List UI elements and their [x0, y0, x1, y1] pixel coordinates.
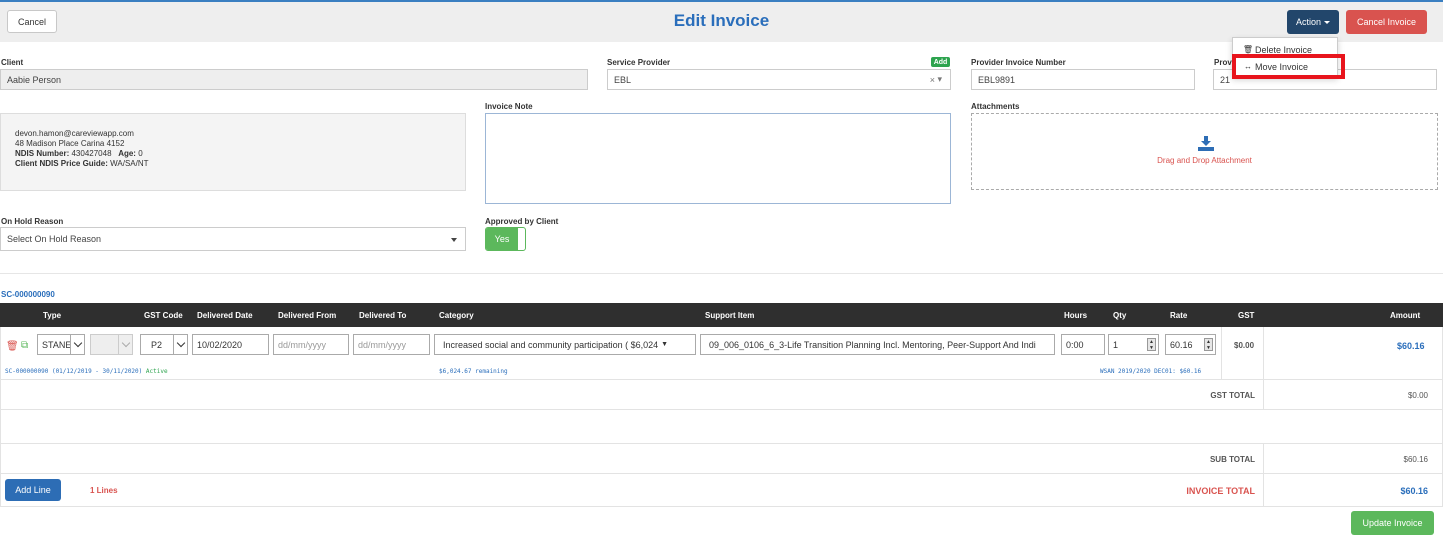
col-divider [1221, 327, 1222, 379]
row-divider [0, 409, 1443, 410]
col-delivered-to: Delivered To [359, 310, 407, 320]
service-contract-link[interactable]: SC-000000090 [1, 290, 55, 299]
invoice-note-textarea[interactable] [485, 113, 951, 204]
client-ndis: NDIS Number: 430427048 Age: 0 [15, 149, 143, 158]
gst-value: $0.00 [1234, 341, 1255, 350]
col-support-item: Support Item [705, 310, 755, 320]
delivered-from-field[interactable]: dd/mm/yyyy [273, 334, 349, 355]
row-price-guide: WSAN 2019/2020 DEC01: $60.16 [1100, 368, 1202, 375]
client-label: Client [1, 58, 24, 67]
invoice-total-label: INVOICE TOTAL [1186, 486, 1255, 496]
gst-total-label: GST TOTAL [1210, 391, 1255, 400]
hours-field[interactable]: 0:00 [1061, 334, 1105, 355]
row-remaining: $6,024.67 remaining [439, 368, 508, 375]
type-subselect[interactable] [90, 334, 133, 355]
spinner-icon[interactable]: ▲ ▼ [1147, 338, 1156, 351]
invoice-total-value: $60.16 [1400, 486, 1428, 496]
gst-code-select[interactable]: P2 [140, 334, 188, 355]
col-gst: GST [1238, 310, 1255, 320]
clear-icon[interactable]: × ▾ [930, 70, 942, 89]
col-divider [1263, 443, 1264, 506]
col-hours: Hours [1064, 310, 1088, 320]
service-provider-select[interactable]: EBL × ▾ [607, 69, 951, 90]
col-type: Type [43, 310, 62, 320]
col-rate: Rate [1170, 310, 1188, 320]
chevron-down-icon [70, 335, 84, 354]
table-header: Type GST Code Delivered Date Delivered F… [0, 303, 1443, 327]
rate-stepper[interactable]: 60.16 ▲ ▼ [1165, 334, 1216, 355]
type-select[interactable]: STANE [37, 334, 85, 355]
download-icon [1198, 136, 1214, 151]
attachments-label: Attachments [971, 102, 1020, 111]
menu-item-label: Delete Invoice [1255, 44, 1313, 55]
approved-label: Approved by Client [485, 217, 559, 226]
col-divider [0, 327, 1, 506]
client-field[interactable]: Aabie Person [0, 69, 588, 90]
lines-count: 1 Lines [90, 486, 118, 495]
row-divider [0, 443, 1443, 444]
category-select[interactable]: Increased social and community participa… [434, 334, 696, 355]
chevron-down-icon [173, 335, 187, 354]
amount-value: $60.16 [1397, 341, 1425, 351]
dropzone-text: Drag and Drop Attachment [1157, 156, 1252, 165]
row-divider [0, 473, 1443, 474]
spinner-icon[interactable]: ▲ ▼ [1204, 338, 1213, 351]
copy-icon[interactable]: ⧉ [21, 340, 28, 351]
sub-total-label: SUB TOTAL [1209, 455, 1255, 464]
client-price-guide: Client NDIS Price Guide: WA/SA/NT [15, 159, 149, 168]
caret-down-icon [451, 238, 457, 242]
col-delivered-from: Delivered From [278, 310, 337, 320]
on-hold-select[interactable]: Select On Hold Reason [0, 227, 466, 251]
col-qty: Qty [1113, 310, 1127, 320]
trash-icon[interactable]: 🗑 [6, 341, 19, 352]
row-divider [0, 506, 1443, 507]
qty-stepper[interactable]: 1 ▲ ▼ [1108, 334, 1159, 355]
attachment-dropzone[interactable]: Drag and Drop Attachment [971, 113, 1438, 190]
add-line-button[interactable]: Add Line [5, 479, 61, 501]
approved-toggle[interactable]: Yes [485, 227, 526, 251]
col-divider [1263, 327, 1264, 409]
row-divider [0, 379, 1443, 380]
client-email: devon.hamon@careviewapp.com [15, 129, 134, 138]
provider-invoice-number-field[interactable]: EBL9891 [971, 69, 1195, 90]
col-gst-code: GST Code [144, 310, 183, 320]
provider-invoice-date-label: Prov [1214, 58, 1232, 67]
trash-icon: 🗑 [1242, 45, 1254, 54]
client-details: devon.hamon@careviewapp.com 48 Madison P… [0, 113, 466, 191]
action-dropdown-button[interactable]: Action [1287, 10, 1339, 34]
chevron-down-icon [118, 335, 132, 354]
update-invoice-button[interactable]: Update Invoice [1351, 511, 1434, 535]
invoice-note-label: Invoice Note [485, 102, 533, 111]
support-item-select[interactable]: 09_006_0106_6_3-Life Transition Planning… [700, 334, 1055, 355]
on-hold-label: On Hold Reason [1, 217, 64, 226]
delivered-date-field[interactable]: 10/02/2020 [192, 334, 269, 355]
service-provider-label: Service Provider [607, 58, 671, 67]
toggle-on-label: Yes [486, 228, 518, 250]
highlight-box [1232, 54, 1345, 79]
page-title: Edit Invoice [673, 11, 770, 30]
gst-total-value: $0.00 [1407, 391, 1428, 400]
divider [0, 273, 1443, 274]
add-provider-button[interactable]: Add [931, 57, 950, 67]
col-category: Category [439, 310, 474, 320]
caret-down-icon: ▼ [661, 341, 669, 348]
service-provider-value: EBL [614, 74, 632, 85]
col-amount: Amount [1390, 310, 1421, 320]
sub-total-value: $60.16 [1403, 455, 1428, 464]
on-hold-value: Select On Hold Reason [7, 234, 102, 244]
caret-down-icon [1324, 20, 1330, 24]
col-delivered-date: Delivered Date [197, 310, 253, 320]
delivered-to-field[interactable]: dd/mm/yyyy [353, 334, 430, 355]
row-contract-info: SC-000000090 (01/12/2019 - 30/11/2020) A… [5, 368, 168, 375]
client-address: 48 Madison Place Carina 4152 [15, 139, 125, 148]
action-label: Action [1295, 17, 1321, 27]
provider-invoice-number-label: Provider Invoice Number [971, 58, 1066, 67]
cancel-invoice-button[interactable]: Cancel Invoice [1346, 10, 1427, 34]
